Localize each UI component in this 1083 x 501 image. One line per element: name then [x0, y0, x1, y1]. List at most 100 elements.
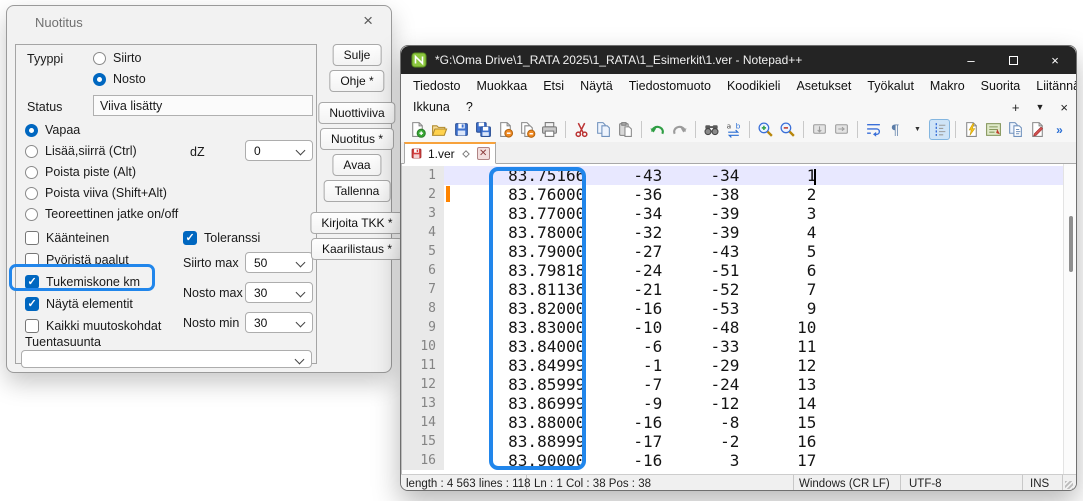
- close-all-icon[interactable]: [517, 119, 538, 140]
- menu-item-makro[interactable]: Makro: [922, 77, 973, 95]
- toleranssi-checkbox[interactable]: Toleranssi: [183, 230, 260, 246]
- document-list-icon[interactable]: [983, 119, 1004, 140]
- indent-guide-icon[interactable]: [929, 119, 950, 140]
- editor-line[interactable]: 16 83.90000 -16 3 17: [402, 451, 1064, 470]
- menu-item-koodikieli[interactable]: Koodikieli: [719, 77, 789, 95]
- editor-line[interactable]: 5 83.79000 -27 -43 5: [402, 242, 1064, 261]
- menu-close-icon[interactable]: ×: [1060, 100, 1068, 115]
- menu-plus-icon[interactable]: +: [1012, 100, 1020, 115]
- tallenna-button[interactable]: Tallenna: [324, 180, 391, 202]
- show-all-characters-icon[interactable]: ¶: [885, 119, 906, 140]
- editor-line[interactable]: 7 83.81136 -21 -52 7: [402, 280, 1064, 299]
- radio-dot-nosto[interactable]: [93, 73, 106, 86]
- radio-dot-teoreettinen-jatke-on-off[interactable]: [25, 208, 38, 221]
- radio-siirto[interactable]: Siirto: [93, 50, 146, 66]
- editor-line[interactable]: 8 83.82000 -16 -53 9: [402, 299, 1064, 318]
- radio-poista-piste-alt[interactable]: Poista piste (Alt): [25, 164, 178, 180]
- radio-nosto[interactable]: Nosto: [93, 71, 146, 87]
- menu-item-item[interactable]: ?: [458, 98, 481, 116]
- editor-line[interactable]: 9 83.83000 -10 -48 10: [402, 318, 1064, 337]
- redo-icon[interactable]: [669, 119, 690, 140]
- close-file-icon[interactable]: [495, 119, 516, 140]
- radio-dot-poista-piste-alt[interactable]: [25, 166, 38, 179]
- checkbox-tukemiskone-km[interactable]: Tukemiskone km: [25, 274, 161, 290]
- menu-dropdown-icon[interactable]: ▼: [1035, 102, 1044, 112]
- minimize-button[interactable]: –: [950, 46, 992, 74]
- title-bar[interactable]: *G:\Oma Drive\1_RATA 2025\1_RATA\1_Esime…: [401, 46, 1076, 74]
- menu-item-suorita[interactable]: Suorita: [973, 77, 1029, 95]
- nuottiviiva-button[interactable]: Nuottiviiva: [318, 102, 395, 124]
- macro-record-icon[interactable]: [1027, 119, 1048, 140]
- status-eol-format[interactable]: Windows (CR LF): [794, 475, 901, 491]
- menu-item-ikkuna[interactable]: Ikkuna: [405, 98, 458, 116]
- tab-close-icon[interactable]: ✕: [477, 147, 490, 160]
- copy-icon[interactable]: [593, 119, 614, 140]
- checkbox-box-kaikki-muutoskohdat[interactable]: [25, 319, 39, 333]
- menu-item-muokkaa[interactable]: Muokkaa: [468, 77, 535, 95]
- kaarilistaus-button[interactable]: Kaarilistaus *: [311, 238, 403, 260]
- maximize-button[interactable]: [992, 46, 1034, 74]
- menu-item-n-yt[interactable]: Näytä: [572, 77, 621, 95]
- zoom-out-icon[interactable]: [777, 119, 798, 140]
- nosto-max-combobox[interactable]: 30: [245, 282, 313, 303]
- toleranssi-checkbox-box[interactable]: [183, 231, 197, 245]
- save-icon[interactable]: [451, 119, 472, 140]
- save-all-icon[interactable]: [473, 119, 494, 140]
- menu-item-ty-kalut[interactable]: Työkalut: [859, 77, 922, 95]
- function-list-icon[interactable]: [1005, 119, 1026, 140]
- checkbox-box-k-nteinen[interactable]: [25, 231, 39, 245]
- editor-line[interactable]: 13 83.86999 -9 -12 14: [402, 394, 1064, 413]
- editor-area[interactable]: 1 83.75166 -43 -34 12 83.76000 -36 -38 2…: [401, 164, 1077, 474]
- radio-dot-vapaa[interactable]: [25, 124, 38, 137]
- radio-poista-viiva-shift-alt[interactable]: Poista viiva (Shift+Alt): [25, 185, 178, 201]
- replace-icon[interactable]: ab: [723, 119, 744, 140]
- checkbox-box-tukemiskone-km[interactable]: [25, 275, 39, 289]
- status-insert-mode[interactable]: INS: [1023, 475, 1063, 491]
- resize-grip[interactable]: [1063, 475, 1076, 491]
- ohje-button[interactable]: Ohje *: [329, 70, 384, 92]
- checkbox-k-nteinen[interactable]: Käänteinen: [25, 230, 161, 246]
- nuotitus-button[interactable]: Nuotitus *: [320, 128, 394, 150]
- scrollbar-thumb[interactable]: [1069, 216, 1073, 272]
- editor-line[interactable]: 11 83.84999 -1 -29 12: [402, 356, 1064, 375]
- checkbox-box-n-yt-elementit[interactable]: [25, 297, 39, 311]
- checkbox-box-py-rist-paalut[interactable]: [25, 253, 39, 267]
- editor-line[interactable]: 3 83.77000 -34 -39 3: [402, 204, 1064, 223]
- editor-line[interactable]: 4 83.78000 -32 -39 4: [402, 223, 1064, 242]
- radio-dot-poista-viiva-shift-alt[interactable]: [25, 187, 38, 200]
- radio-teoreettinen-jatke-on-off[interactable]: Teoreettinen jatke on/off: [25, 206, 178, 222]
- sulje-button[interactable]: Sulje: [333, 44, 382, 66]
- kirjoita-tkk-button[interactable]: Kirjoita TKK *: [310, 212, 403, 234]
- menu-item-tiedosto[interactable]: Tiedosto: [405, 77, 468, 95]
- word-wrap-icon[interactable]: [863, 119, 884, 140]
- editor-line[interactable]: 14 83.88000 -16 -8 15: [402, 413, 1064, 432]
- editor-line[interactable]: 12 83.85999 -7 -24 13: [402, 375, 1064, 394]
- tuentasuunta-combobox[interactable]: [21, 350, 312, 368]
- editor-line[interactable]: 15 83.88999 -17 -2 16: [402, 432, 1064, 451]
- tab-1ver[interactable]: 1.ver ✕: [404, 142, 496, 164]
- toolbar-overflow-icon[interactable]: »: [1049, 119, 1070, 140]
- find-icon[interactable]: [701, 119, 722, 140]
- checkbox-n-yt-elementit[interactable]: Näytä elementit: [25, 296, 161, 312]
- cut-icon[interactable]: [571, 119, 592, 140]
- radio-dot-siirto[interactable]: [93, 52, 106, 65]
- sync-scroll-vertical-icon[interactable]: [809, 119, 830, 140]
- dz-combobox[interactable]: 0: [245, 140, 313, 161]
- nosto-min-combobox[interactable]: 30: [245, 312, 313, 333]
- editor-line[interactable]: 2 83.76000 -36 -38 2: [402, 185, 1064, 204]
- paragraph-dropdown-icon[interactable]: ▼: [907, 119, 928, 140]
- undo-icon[interactable]: [647, 119, 668, 140]
- editor-line[interactable]: 1 83.75166 -43 -34 1: [402, 166, 1064, 185]
- paste-icon[interactable]: [615, 119, 636, 140]
- menu-item-etsi[interactable]: Etsi: [535, 77, 572, 95]
- zoom-in-icon[interactable]: [755, 119, 776, 140]
- radio-vapaa[interactable]: Vapaa: [25, 122, 178, 138]
- radio-dot-lis-siirr-ctrl[interactable]: [25, 145, 38, 158]
- vertical-scrollbar[interactable]: [1063, 164, 1077, 474]
- open-file-icon[interactable]: [429, 119, 450, 140]
- menu-item-liit-nn-iset[interactable]: Liitännäiset: [1028, 77, 1077, 95]
- status-field[interactable]: [93, 95, 313, 116]
- status-encoding[interactable]: UTF-8: [901, 475, 1023, 491]
- menu-item-tiedostomuoto[interactable]: Tiedostomuoto: [621, 77, 719, 95]
- menu-item-asetukset[interactable]: Asetukset: [788, 77, 859, 95]
